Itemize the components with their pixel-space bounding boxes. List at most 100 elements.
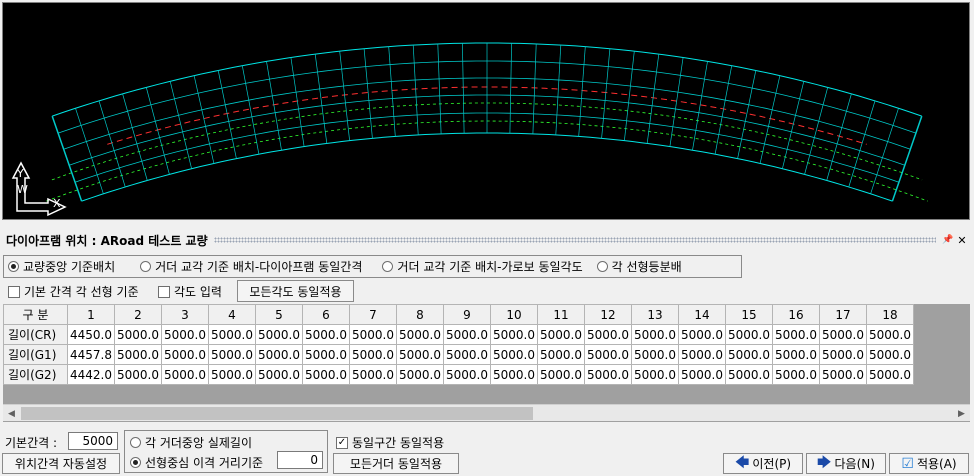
length-cell[interactable]: 5000.0 <box>114 364 162 385</box>
radio-girder-center-length[interactable]: 각 거더중앙 실제길이 <box>130 434 252 451</box>
length-cell[interactable]: 5000.0 <box>866 324 914 345</box>
length-cell[interactable]: 4457.8 <box>67 344 115 365</box>
next-button[interactable]: 🡆 다음(N) <box>806 453 886 474</box>
length-cell[interactable]: 5000.0 <box>302 364 350 385</box>
length-cell[interactable]: 5000.0 <box>772 324 820 345</box>
scroll-left-icon[interactable]: ◀ <box>3 405 20 422</box>
close-icon[interactable]: ✕ <box>956 234 968 247</box>
length-cell[interactable]: 5000.0 <box>114 324 162 345</box>
prev-button[interactable]: 🡄 이전(P) <box>723 453 803 474</box>
length-cell[interactable]: 4442.0 <box>67 364 115 385</box>
length-cell[interactable]: 5000.0 <box>537 344 585 365</box>
length-cell[interactable]: 5000.0 <box>725 324 773 345</box>
apply-all-angle-button[interactable]: 모든각도 동일적용 <box>237 280 354 302</box>
arrow-right-icon: 🡆 <box>817 454 832 471</box>
length-cell[interactable]: 5000.0 <box>584 324 632 345</box>
length-cell[interactable]: 5000.0 <box>349 364 397 385</box>
grid-column-header[interactable]: 1 <box>67 304 115 325</box>
length-cell[interactable]: 5000.0 <box>396 344 444 365</box>
grid-column-header[interactable]: 17 <box>819 304 867 325</box>
length-cell[interactable]: 5000.0 <box>208 364 256 385</box>
length-cell[interactable]: 5000.0 <box>302 324 350 345</box>
length-cell[interactable]: 5000.0 <box>631 344 679 365</box>
radio-bridge-center[interactable]: 교량중앙 기준배치 <box>8 258 115 275</box>
length-cell[interactable]: 5000.0 <box>772 344 820 365</box>
length-cell[interactable]: 5000.0 <box>302 344 350 365</box>
length-cell[interactable]: 5000.0 <box>866 364 914 385</box>
grid-column-header[interactable]: 13 <box>631 304 679 325</box>
grid-column-header[interactable]: 14 <box>678 304 726 325</box>
length-cell[interactable]: 5000.0 <box>443 344 491 365</box>
apply-button[interactable]: ☑ 적용(A) <box>889 453 969 474</box>
length-cell[interactable]: 5000.0 <box>819 324 867 345</box>
grid-column-header[interactable]: 4 <box>208 304 256 325</box>
scroll-right-icon[interactable]: ▶ <box>953 405 970 422</box>
radio-girder-pier-diaphragm[interactable]: 거더 교각 기준 배치-다이아프램 동일간격 <box>140 258 362 275</box>
length-cell[interactable]: 5000.0 <box>161 364 209 385</box>
length-cell[interactable]: 5000.0 <box>819 364 867 385</box>
length-cell[interactable]: 5000.0 <box>725 344 773 365</box>
base-interval-input[interactable]: 5000 <box>68 432 118 450</box>
angle-input-checkbox[interactable]: 각도 입력 <box>158 283 222 300</box>
grid-column-header[interactable]: 18 <box>866 304 914 325</box>
radio-alignment-center-offset[interactable]: 선형중심 이격 거리기준 <box>130 454 263 471</box>
grid-column-header[interactable]: 16 <box>772 304 820 325</box>
length-cell[interactable]: 5000.0 <box>678 344 726 365</box>
drawing-viewport[interactable]: YW X <box>2 2 970 220</box>
length-cell[interactable]: 5000.0 <box>114 344 162 365</box>
length-cell[interactable]: 5000.0 <box>443 324 491 345</box>
grid-column-header[interactable]: 12 <box>584 304 632 325</box>
length-cell[interactable]: 5000.0 <box>866 344 914 365</box>
grid-column-header[interactable]: 5 <box>255 304 303 325</box>
grid-column-header[interactable]: 3 <box>161 304 209 325</box>
base-interval-alignment-checkbox[interactable]: 기본 간격 각 선형 기준 <box>8 283 139 300</box>
length-cell[interactable]: 5000.0 <box>255 364 303 385</box>
apply-all-girder-button[interactable]: 모든거더 동일적용 <box>333 453 459 474</box>
alignment-offset-input[interactable]: 0 <box>277 451 323 469</box>
grid-column-header[interactable]: 10 <box>490 304 538 325</box>
length-cell[interactable]: 4450.0 <box>67 324 115 345</box>
grid-horizontal-scrollbar[interactable]: ◀ ▶ <box>3 404 970 421</box>
length-cell[interactable]: 5000.0 <box>725 364 773 385</box>
length-cell[interactable]: 5000.0 <box>161 344 209 365</box>
length-cell[interactable]: 5000.0 <box>490 344 538 365</box>
grid-column-header[interactable]: 11 <box>537 304 585 325</box>
panel-grip[interactable] <box>213 237 936 243</box>
radio-girder-pier-crossbeam[interactable]: 거더 교각 기준 배치-가로보 동일각도 <box>382 258 583 275</box>
length-cell[interactable]: 5000.0 <box>443 364 491 385</box>
crossbeam-line <box>462 43 465 134</box>
length-cell[interactable]: 5000.0 <box>631 364 679 385</box>
length-cell[interactable]: 5000.0 <box>584 364 632 385</box>
length-cell[interactable]: 5000.0 <box>208 344 256 365</box>
length-cell[interactable]: 5000.0 <box>349 344 397 365</box>
length-cell[interactable]: 5000.0 <box>772 364 820 385</box>
grid-column-header[interactable]: 7 <box>349 304 397 325</box>
length-cell[interactable]: 5000.0 <box>584 344 632 365</box>
length-cell[interactable]: 5000.0 <box>490 364 538 385</box>
length-cell[interactable]: 5000.0 <box>678 324 726 345</box>
grid-column-header[interactable]: 2 <box>114 304 162 325</box>
length-cell[interactable]: 5000.0 <box>396 324 444 345</box>
length-cell[interactable]: 5000.0 <box>819 344 867 365</box>
auto-position-button[interactable]: 위치간격 자동설정 <box>2 453 120 474</box>
crossbeam-line <box>169 81 192 169</box>
length-cell[interactable]: 5000.0 <box>537 324 585 345</box>
grid-column-header[interactable]: 9 <box>443 304 491 325</box>
length-cell[interactable]: 5000.0 <box>490 324 538 345</box>
length-cell[interactable]: 5000.0 <box>208 324 256 345</box>
radio-alignment-equal-split[interactable]: 각 선형등분배 <box>596 258 682 275</box>
length-cell[interactable]: 5000.0 <box>396 364 444 385</box>
same-section-checkbox[interactable]: ✓ 동일구간 동일적용 <box>336 434 444 451</box>
length-cell[interactable]: 5000.0 <box>631 324 679 345</box>
length-cell[interactable]: 5000.0 <box>537 364 585 385</box>
grid-column-header[interactable]: 6 <box>302 304 350 325</box>
length-cell[interactable]: 5000.0 <box>349 324 397 345</box>
grid-column-header[interactable]: 8 <box>396 304 444 325</box>
length-cell[interactable]: 5000.0 <box>255 344 303 365</box>
length-cell[interactable]: 5000.0 <box>161 324 209 345</box>
length-cell[interactable]: 5000.0 <box>678 364 726 385</box>
scroll-thumb[interactable] <box>21 407 533 420</box>
pin-icon[interactable]: 📌 <box>942 235 954 245</box>
length-cell[interactable]: 5000.0 <box>255 324 303 345</box>
grid-column-header[interactable]: 15 <box>725 304 773 325</box>
